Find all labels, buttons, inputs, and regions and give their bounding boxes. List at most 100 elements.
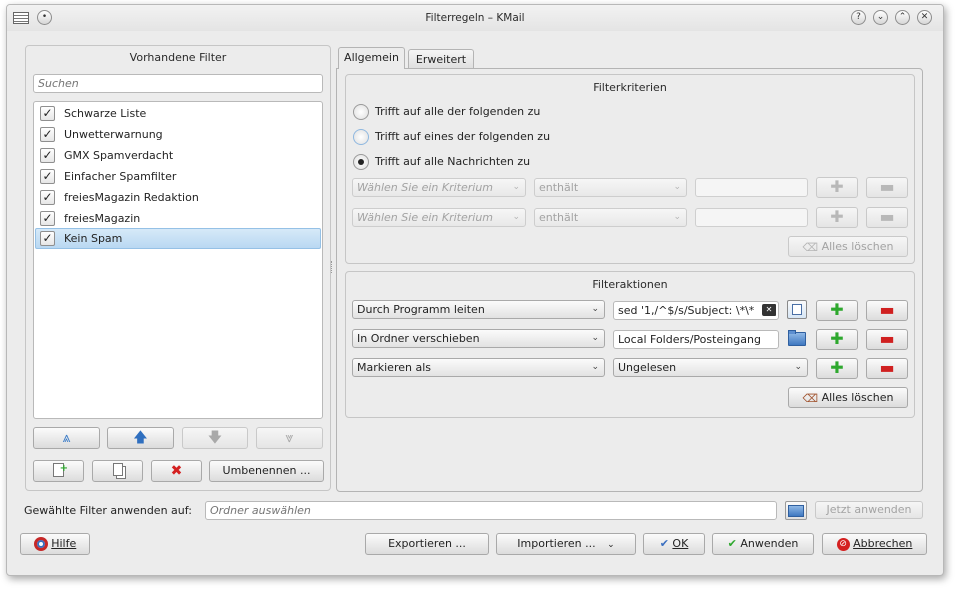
add-action-button[interactable]: ✚: [816, 300, 858, 321]
radio-match-all[interactable]: [353, 104, 369, 120]
list-item[interactable]: ✓ freiesMagazin: [35, 208, 321, 229]
add-action-button[interactable]: ✚: [816, 329, 858, 350]
filter-enabled-checkbox[interactable]: ✓: [40, 148, 55, 163]
radio-match-all-messages[interactable]: [353, 154, 369, 170]
remove-action-button[interactable]: ▬: [866, 329, 908, 350]
clear-criteria-button[interactable]: ⌫ Alles löschen: [788, 236, 908, 257]
minus-icon: ▬: [879, 329, 895, 348]
edit-command-icon[interactable]: [787, 300, 807, 319]
target-folder-input[interactable]: Local Folders/Posteingang: [613, 330, 779, 349]
filter-search-input[interactable]: [33, 74, 323, 93]
program-command-input[interactable]: sed '1,/^$/s/Subject: \*\* ✕: [613, 301, 779, 320]
criterion-value-input[interactable]: [695, 208, 808, 227]
rename-filter-button[interactable]: Umbenennen ...: [209, 460, 324, 482]
criterion-value-input[interactable]: [695, 178, 808, 197]
criterion-field-select[interactable]: Wählen Sie ein Kriterium ⌄: [352, 178, 526, 197]
radio-match-any[interactable]: [353, 129, 369, 145]
action-type-value: Markieren als: [357, 361, 431, 374]
list-item[interactable]: ✓ Einfacher Spamfilter: [35, 166, 321, 187]
ok-check-icon: ✔: [659, 537, 669, 550]
list-item-selected[interactable]: ✓ Kein Spam: [35, 228, 321, 249]
move-bottom-button[interactable]: ⩔: [256, 427, 323, 449]
minus-icon: ▬: [879, 300, 895, 319]
filter-name: Einfacher Spamfilter: [64, 170, 177, 183]
new-filter-button[interactable]: +: [33, 460, 84, 482]
tab-advanced[interactable]: Erweitert: [408, 49, 474, 69]
radio-match-all-messages-label[interactable]: Trifft auf alle Nachrichten zu: [375, 155, 530, 168]
action-type-select[interactable]: In Ordner verschieben ⌄: [352, 329, 605, 348]
apply-now-button[interactable]: Jetzt anwenden: [815, 501, 923, 519]
filter-enabled-checkbox[interactable]: ✓: [40, 106, 55, 121]
apply-filters-label: Gewählte Filter anwenden auf:: [24, 504, 192, 517]
chevron-down-icon: ⌄: [591, 304, 599, 314]
import-button[interactable]: Importieren ... ⌄: [496, 533, 636, 555]
remove-criterion-button[interactable]: ▬: [866, 207, 908, 228]
filter-enabled-checkbox[interactable]: ✓: [40, 211, 55, 226]
copy-filter-button[interactable]: [92, 460, 143, 482]
import-button-label: Importieren ...: [517, 537, 596, 550]
move-bottom-icon: ⩔: [285, 430, 294, 446]
remove-action-button[interactable]: ▬: [866, 300, 908, 321]
mark-as-select[interactable]: Ungelesen ⌄: [613, 358, 808, 377]
add-criterion-button[interactable]: ✚: [816, 207, 858, 228]
filter-enabled-checkbox[interactable]: ✓: [40, 190, 55, 205]
maximize-icon[interactable]: ⌃: [895, 10, 910, 25]
cancel-button[interactable]: ⊘ Abbrechen: [822, 533, 927, 555]
move-top-button[interactable]: ⩓: [33, 427, 100, 449]
minimize-icon[interactable]: ⌄: [873, 10, 888, 25]
plus-icon: ✚: [830, 177, 844, 196]
list-item[interactable]: ✓ GMX Spamverdacht: [35, 145, 321, 166]
close-icon[interactable]: ✕: [917, 10, 932, 25]
filter-name: freiesMagazin Redaktion: [64, 191, 199, 204]
filter-name: GMX Spamverdacht: [64, 149, 174, 162]
delete-filter-button[interactable]: ✖: [151, 460, 202, 482]
list-item[interactable]: ✓ freiesMagazin Redaktion: [35, 187, 321, 208]
tab-general[interactable]: Allgemein: [338, 47, 405, 69]
criterion-operator-select[interactable]: enthält ⌄: [534, 178, 687, 197]
clear-text-icon[interactable]: ✕: [762, 304, 776, 316]
filter-criteria-title: Filterkriterien: [593, 81, 667, 94]
export-button[interactable]: Exportieren ...: [365, 533, 489, 555]
criterion-operator-select[interactable]: enthält ⌄: [534, 208, 687, 227]
clear-criteria-label: Alles löschen: [821, 240, 894, 253]
remove-criterion-button[interactable]: ▬: [866, 177, 908, 198]
window-title: Filterregeln – KMail: [425, 12, 525, 24]
filter-enabled-checkbox[interactable]: ✓: [40, 169, 55, 184]
chevron-down-icon: ⌄: [607, 540, 615, 550]
delete-icon: ✖: [170, 463, 183, 479]
add-action-button[interactable]: ✚: [816, 358, 858, 379]
action-type-select[interactable]: Markieren als ⌄: [352, 358, 605, 377]
radio-match-any-label[interactable]: Trifft auf eines der folgenden zu: [375, 130, 550, 143]
list-item[interactable]: ✓ Unwetterwarnung: [35, 124, 321, 145]
radio-match-all-label[interactable]: Trifft auf alle der folgenden zu: [375, 105, 540, 118]
select-folder-icon[interactable]: [785, 501, 807, 520]
action-type-select[interactable]: Durch Programm leiten ⌄: [352, 300, 605, 319]
ok-button[interactable]: ✔ OK: [643, 533, 705, 555]
move-up-button[interactable]: 🡅: [107, 427, 174, 449]
list-item[interactable]: ✓ Schwarze Liste: [35, 103, 321, 124]
filter-list[interactable]: ✓ Schwarze Liste ✓ Unwetterwarnung ✓ GMX…: [33, 101, 323, 419]
filter-enabled-checkbox[interactable]: ✓: [40, 231, 55, 246]
folder-icon[interactable]: [787, 330, 807, 347]
action-type-value: Durch Programm leiten: [357, 303, 485, 316]
filter-actions-group: Filteraktionen Durch Programm leiten ⌄ se…: [345, 271, 915, 418]
add-criterion-button[interactable]: ✚: [816, 177, 858, 198]
filter-enabled-checkbox[interactable]: ✓: [40, 127, 55, 142]
help-button[interactable]: Hilfe: [20, 533, 90, 555]
remove-action-button[interactable]: ▬: [866, 358, 908, 379]
criterion-field-select[interactable]: Wählen Sie ein Kriterium ⌄: [352, 208, 526, 227]
existing-filters-title: Vorhandene Filter: [129, 51, 227, 64]
move-top-icon: ⩓: [62, 430, 71, 446]
target-folder-select-input[interactable]: [205, 501, 777, 520]
apply-button[interactable]: ✔ Anwenden: [712, 533, 814, 555]
splitter-handle[interactable]: [331, 261, 334, 273]
chevron-down-icon: ⌄: [673, 182, 681, 192]
chevron-down-icon: ⌄: [512, 212, 520, 222]
move-down-button[interactable]: 🡇: [182, 427, 248, 449]
plus-icon: ✚: [830, 358, 844, 377]
clear-icon: ⌫: [802, 240, 819, 254]
cancel-icon: ⊘: [836, 537, 850, 551]
clear-actions-button[interactable]: ⌫ Alles löschen: [788, 387, 908, 408]
help-icon[interactable]: ?: [851, 10, 866, 25]
chevron-down-icon: ⌄: [673, 212, 681, 222]
